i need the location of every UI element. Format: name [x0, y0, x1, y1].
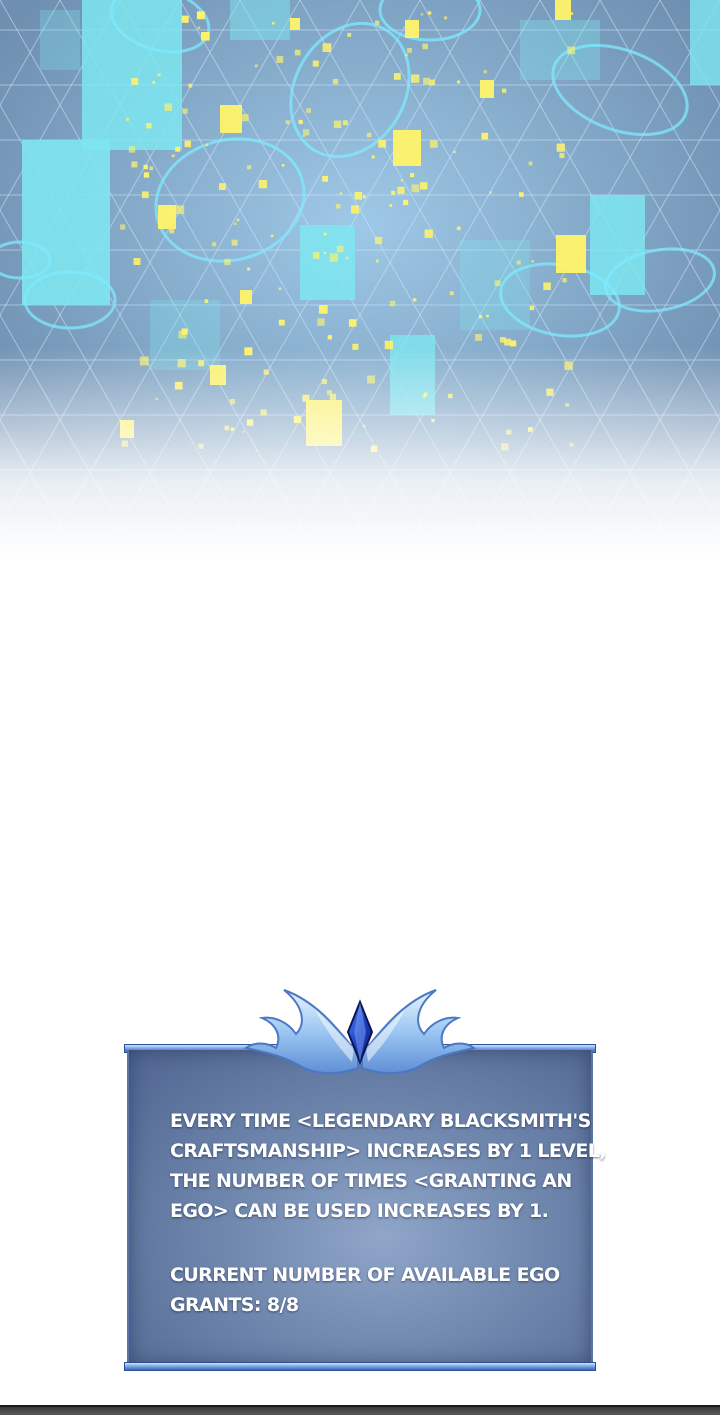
next-panel-edge — [0, 1405, 720, 1415]
text-line: GRANTS: 8/8 — [170, 1294, 299, 1316]
window-bottom-rail — [124, 1362, 596, 1371]
digital-grid-artwork — [0, 0, 720, 560]
gem-crest-icon — [244, 989, 476, 1074]
ego-grant-description: EVERY TIME <LEGENDARY BLACKSMITH'S CRAFT… — [170, 1106, 606, 1226]
text-line: THE NUMBER OF TIMES <GRANTING AN — [170, 1170, 572, 1192]
text-line: CURRENT NUMBER OF AVAILABLE EGO — [170, 1264, 560, 1286]
ego-grant-count: CURRENT NUMBER OF AVAILABLE EGO GRANTS: … — [170, 1260, 570, 1320]
system-status-window: EVERY TIME <LEGENDARY BLACKSMITH'S CRAFT… — [124, 972, 606, 1374]
comic-panel: EVERY TIME <LEGENDARY BLACKSMITH'S CRAFT… — [0, 0, 720, 1415]
text-line: EGO> CAN BE USED INCREASES BY 1. — [170, 1200, 549, 1222]
fade-overlay — [0, 0, 720, 560]
text-line: EVERY TIME <LEGENDARY BLACKSMITH'S — [170, 1110, 591, 1132]
text-line: CRAFTSMANSHIP> INCREASES BY 1 LEVEL, — [170, 1140, 606, 1162]
